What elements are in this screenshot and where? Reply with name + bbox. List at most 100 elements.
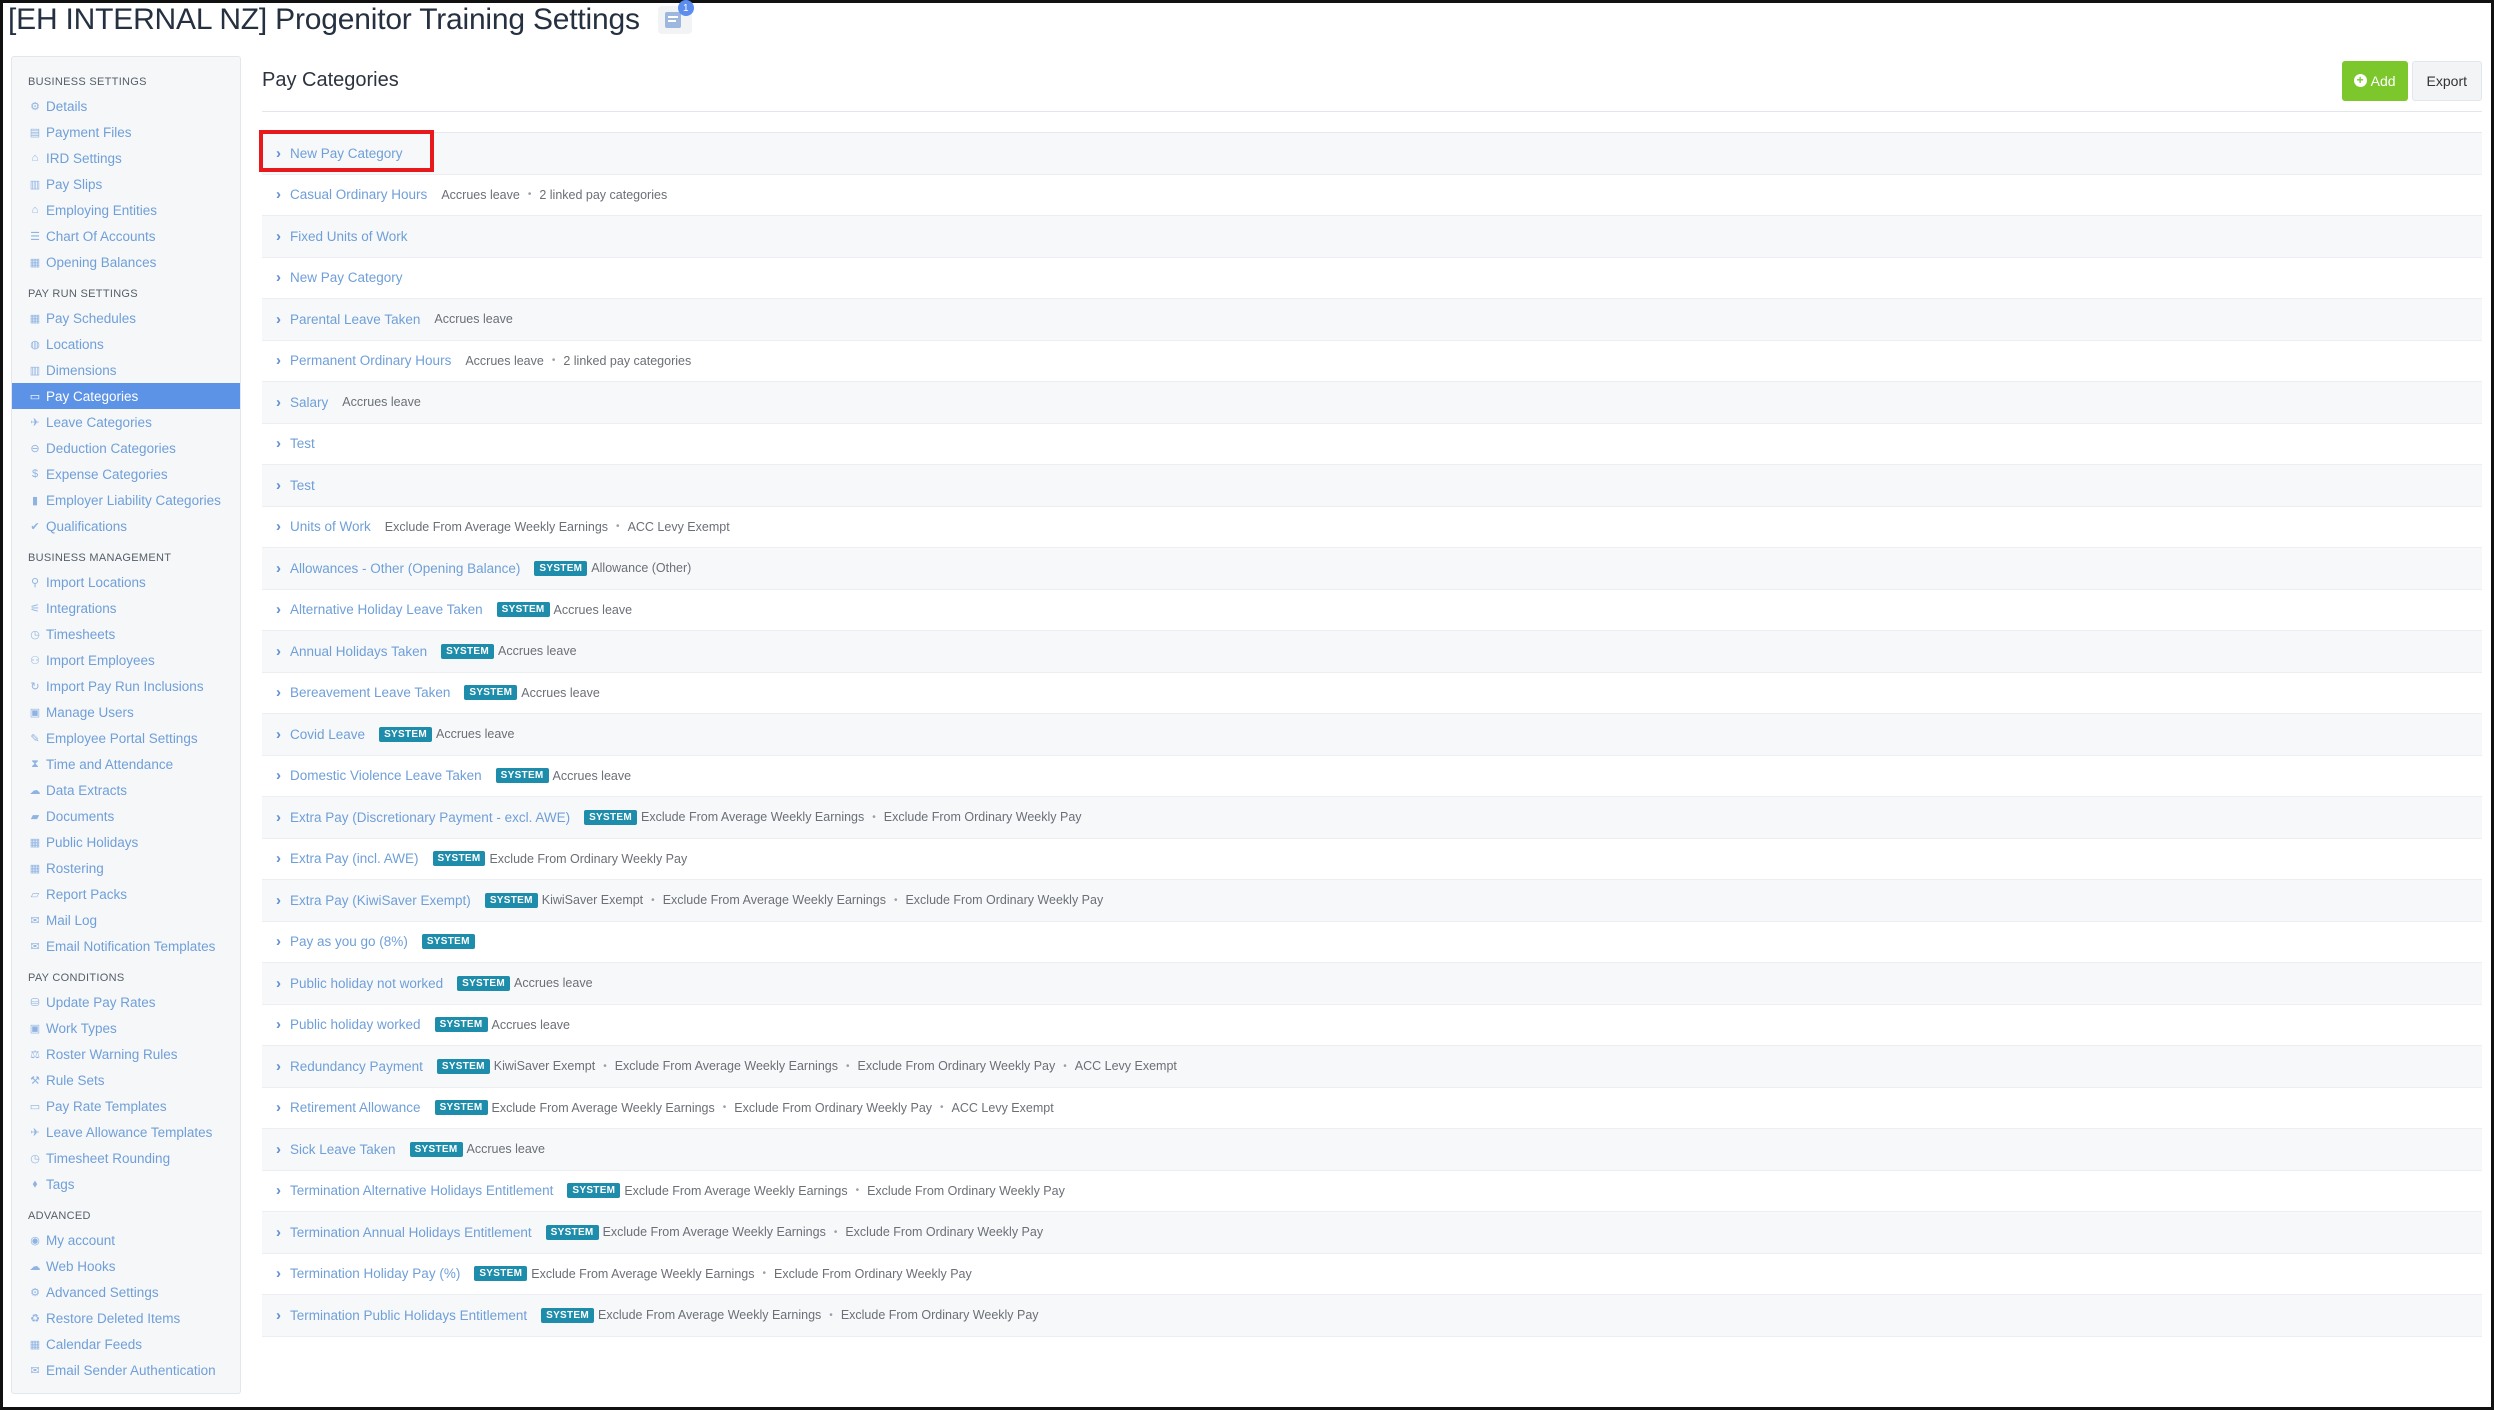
pay-category-row[interactable]: › Salary Accrues leave <box>262 382 2482 424</box>
chevron-right-icon[interactable]: › <box>276 601 290 618</box>
sidebar-item-documents[interactable]: ▰ Documents <box>12 803 240 829</box>
pay-category-name[interactable]: Sick Leave Taken <box>290 1142 396 1157</box>
pay-category-row[interactable]: › Pay as you go (8%) SYSTEM <box>262 922 2482 963</box>
pay-category-name[interactable]: Annual Holidays Taken <box>290 644 427 659</box>
pay-category-row[interactable]: › Test <box>262 465 2482 507</box>
chevron-right-icon[interactable]: › <box>276 1141 290 1158</box>
pay-category-name[interactable]: Pay as you go (8%) <box>290 934 408 949</box>
notes-icon[interactable]: 1 <box>657 0 694 34</box>
chevron-right-icon[interactable]: › <box>276 1182 290 1199</box>
sidebar-item-pay-categories[interactable]: ▭ Pay Categories <box>12 383 240 409</box>
chevron-right-icon[interactable]: › <box>276 186 290 203</box>
pay-category-name[interactable]: Termination Alternative Holidays Entitle… <box>290 1183 553 1198</box>
chevron-right-icon[interactable]: › <box>276 809 290 826</box>
pay-category-name[interactable]: Test <box>290 436 315 451</box>
sidebar-item-deduction-categories[interactable]: ⊖ Deduction Categories <box>12 435 240 461</box>
sidebar-item-pay-rate-templates[interactable]: ▭ Pay Rate Templates <box>12 1093 240 1119</box>
pay-category-row[interactable]: › Extra Pay (KiwiSaver Exempt) SYSTEM KiwiS… <box>262 880 2482 922</box>
sidebar-item-expense-categories[interactable]: $ Expense Categories <box>12 461 240 487</box>
pay-category-name[interactable]: Public holiday not worked <box>290 976 443 991</box>
chevron-right-icon[interactable]: › <box>276 560 290 577</box>
pay-category-name[interactable]: Redundancy Payment <box>290 1059 423 1074</box>
pay-category-name[interactable]: Salary <box>290 395 328 410</box>
chevron-right-icon[interactable]: › <box>276 643 290 660</box>
sidebar-item-work-types[interactable]: ▣ Work Types <box>12 1015 240 1041</box>
chevron-right-icon[interactable]: › <box>276 311 290 328</box>
pay-category-row[interactable]: › Extra Pay (incl. AWE) SYSTEM Exclude From… <box>262 839 2482 880</box>
pay-category-row[interactable]: › Termination Annual Holidays Entitlement… <box>262 1212 2482 1254</box>
sidebar-item-my-account[interactable]: ◉ My account <box>12 1227 240 1253</box>
sidebar-item-rostering[interactable]: ▦ Rostering <box>12 855 240 881</box>
chevron-right-icon[interactable]: › <box>276 892 290 909</box>
pay-category-row[interactable]: › Redundancy Payment SYSTEM KiwiSaver Exemp… <box>262 1046 2482 1088</box>
pay-category-row[interactable]: › Termination Holiday Pay (%) SYSTEM Exclud… <box>262 1254 2482 1295</box>
sidebar-item-rule-sets[interactable]: ⚒ Rule Sets <box>12 1067 240 1093</box>
sidebar-item-dimensions[interactable]: ▥ Dimensions <box>12 357 240 383</box>
pay-category-row[interactable]: › Retirement Allowance SYSTEM Exclude From … <box>262 1088 2482 1129</box>
export-button[interactable]: Export <box>2411 60 2482 101</box>
pay-category-row[interactable]: › Termination Public Holidays Entitlement… <box>262 1295 2482 1337</box>
pay-category-row[interactable]: › Extra Pay (Discretionary Payment - excl… <box>262 797 2482 839</box>
sidebar-item-report-packs[interactable]: ▱ Report Packs <box>12 881 240 907</box>
sidebar-item-web-hooks[interactable]: ☁ Web Hooks <box>12 1253 240 1279</box>
pay-category-name[interactable]: Units of Work <box>290 519 371 534</box>
add-button[interactable]: + Add <box>2341 60 2408 101</box>
sidebar-item-calendar-feeds[interactable]: ▦ Calendar Feeds <box>12 1331 240 1357</box>
pay-category-row[interactable]: › Domestic Violence Leave Taken SYSTEM Accr… <box>262 756 2482 797</box>
pay-category-row[interactable]: › Permanent Ordinary Hours Accrues leave • 2… <box>262 341 2482 382</box>
pay-category-name[interactable]: Allowances - Other (Opening Balance) <box>290 561 520 576</box>
sidebar-item-details[interactable]: ⚙ Details <box>12 93 240 119</box>
chevron-right-icon[interactable]: › <box>276 518 290 535</box>
sidebar-item-ird-settings[interactable]: ⌂ IRD Settings <box>12 145 240 171</box>
pay-category-row[interactable]: › Sick Leave Taken SYSTEM Accrues leave <box>262 1129 2482 1171</box>
sidebar-item-locations[interactable]: ◍ Locations <box>12 331 240 357</box>
pay-category-row[interactable]: › New Pay Category <box>262 133 2482 175</box>
chevron-right-icon[interactable]: › <box>276 352 290 369</box>
sidebar-item-time-and-attendance[interactable]: ⧗ Time and Attendance <box>12 751 240 777</box>
sidebar-item-employee-portal-settings[interactable]: ✎ Employee Portal Settings <box>12 725 240 751</box>
pay-category-name[interactable]: Bereavement Leave Taken <box>290 685 450 700</box>
pay-category-name[interactable]: Domestic Violence Leave Taken <box>290 768 482 783</box>
pay-category-name[interactable]: Parental Leave Taken <box>290 312 420 327</box>
sidebar-item-roster-warning-rules[interactable]: ⚖ Roster Warning Rules <box>12 1041 240 1067</box>
chevron-right-icon[interactable]: › <box>276 269 290 286</box>
pay-category-row[interactable]: › Termination Alternative Holidays Entitl… <box>262 1171 2482 1212</box>
chevron-right-icon[interactable]: › <box>276 1099 290 1116</box>
sidebar-item-advanced-settings[interactable]: ⚙ Advanced Settings <box>12 1279 240 1305</box>
sidebar-item-pay-slips[interactable]: ▥ Pay Slips <box>12 171 240 197</box>
pay-category-row[interactable]: › Units of Work Exclude From Average Weekl… <box>262 507 2482 548</box>
sidebar-item-employing-entities[interactable]: ⌂ Employing Entities <box>12 197 240 223</box>
pay-category-row[interactable]: › New Pay Category <box>262 258 2482 299</box>
pay-category-name[interactable]: New Pay Category <box>290 270 403 285</box>
chevron-right-icon[interactable]: › <box>276 1224 290 1241</box>
pay-category-row[interactable]: › Alternative Holiday Leave Taken SYSTEM Ac… <box>262 590 2482 631</box>
sidebar-item-pay-schedules[interactable]: ▦ Pay Schedules <box>12 305 240 331</box>
sidebar-item-tags[interactable]: ⬧ Tags <box>12 1171 240 1197</box>
pay-category-name[interactable]: Alternative Holiday Leave Taken <box>290 602 483 617</box>
pay-category-row[interactable]: › Public holiday worked SYSTEM Accrues leav… <box>262 1005 2482 1046</box>
pay-category-row[interactable]: › Covid Leave SYSTEM Accrues leave <box>262 714 2482 756</box>
sidebar-item-timesheet-rounding[interactable]: ◷ Timesheet Rounding <box>12 1145 240 1171</box>
sidebar-item-chart-of-accounts[interactable]: ☰ Chart Of Accounts <box>12 223 240 249</box>
pay-category-name[interactable]: Covid Leave <box>290 727 365 742</box>
chevron-right-icon[interactable]: › <box>276 850 290 867</box>
pay-category-name[interactable]: Extra Pay (KiwiSaver Exempt) <box>290 893 471 908</box>
pay-category-name[interactable]: Termination Holiday Pay (%) <box>290 1266 460 1281</box>
pay-category-name[interactable]: Permanent Ordinary Hours <box>290 353 451 368</box>
pay-category-row[interactable]: › Parental Leave Taken Accrues leave <box>262 299 2482 341</box>
sidebar-item-leave-allowance-templates[interactable]: ✈ Leave Allowance Templates <box>12 1119 240 1145</box>
pay-category-name[interactable]: Retirement Allowance <box>290 1100 421 1115</box>
chevron-right-icon[interactable]: › <box>276 726 290 743</box>
pay-category-row[interactable]: › Allowances - Other (Opening Balance) SYS… <box>262 548 2482 590</box>
sidebar-item-restore-deleted-items[interactable]: ♻ Restore Deleted Items <box>12 1305 240 1331</box>
sidebar-item-leave-categories[interactable]: ✈ Leave Categories <box>12 409 240 435</box>
sidebar-item-update-pay-rates[interactable]: ⛁ Update Pay Rates <box>12 989 240 1015</box>
sidebar-item-import-employees[interactable]: ⚇ Import Employees <box>12 647 240 673</box>
pay-category-name[interactable]: Termination Annual Holidays Entitlement <box>290 1225 532 1240</box>
chevron-right-icon[interactable]: › <box>276 767 290 784</box>
pay-category-name[interactable]: Extra Pay (incl. AWE) <box>290 851 419 866</box>
pay-category-row[interactable]: › Annual Holidays Taken SYSTEM Accrues leav… <box>262 631 2482 673</box>
sidebar-item-import-locations[interactable]: ⚲ Import Locations <box>12 569 240 595</box>
chevron-right-icon[interactable]: › <box>276 975 290 992</box>
sidebar-item-timesheets[interactable]: ◷ Timesheets <box>12 621 240 647</box>
